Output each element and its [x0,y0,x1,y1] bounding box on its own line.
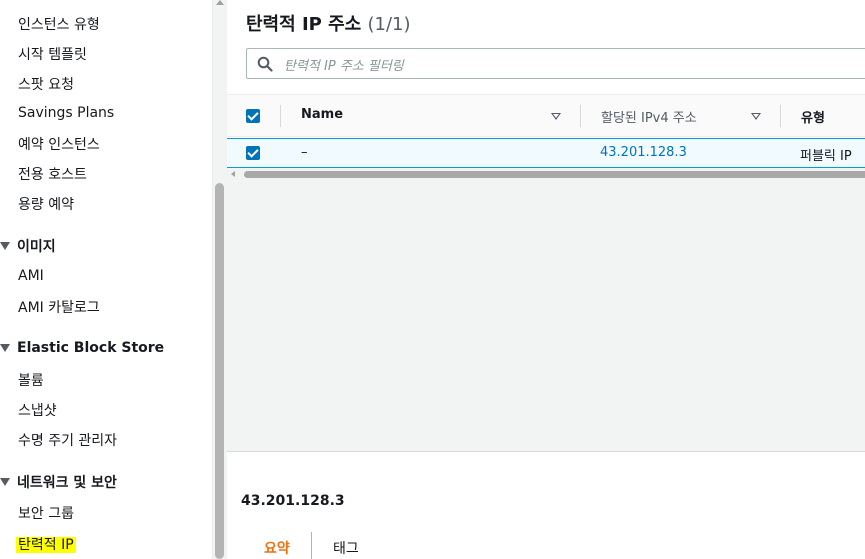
sidebar-item-dedicated-hosts[interactable]: 전용 호스트 [18,164,87,184]
column-header-ipv4[interactable]: 할당된 IPv4 주소 [601,107,697,126]
sidebar-item-elastic-ips[interactable]: 탄력적 IP [16,534,76,554]
details-title: 43.201.128.3 [241,493,345,509]
sidebar-item-instance-types[interactable]: 인스턴스 유형 [18,14,100,34]
sidebar-section-ebs[interactable]: Elastic Block Store [0,340,164,356]
select-all-checkbox[interactable] [246,109,260,123]
search-filter-field[interactable]: 탄력적 IP 주소 필터링 [246,48,865,79]
page-title-text: 탄력적 IP 주소 [246,14,362,35]
sidebar-item-ami-catalog[interactable]: AMI 카탈로그 [18,297,100,317]
sidebar-item-reserved-instances[interactable]: 예약 인스턴스 [18,134,100,154]
column-divider [580,105,581,127]
sidebar-item-spot-requests[interactable]: 스팟 요청 [18,74,74,94]
sidebar-section-network-security[interactable]: 네트워크 및 보안 [0,472,117,492]
tab-tags[interactable]: 태그 [333,538,359,558]
sidebar-section-title: 이미지 [17,239,56,255]
cell-ipv4-link[interactable]: 43.201.128.3 [600,145,687,160]
main-content: 탄력적 IP 주소 (1/1) 탄력적 IP 주소 필터링 Name 할당된 I… [227,0,865,559]
sidebar-nav: 인스턴스 유형 시작 템플릿 스팟 요청 Savings Plans 예약 인스… [0,0,212,559]
scrollbar-thumb[interactable] [215,183,224,559]
table-header: Name 할당된 IPv4 주소 유형 [227,95,865,137]
scroll-left-arrow-icon[interactable] [231,171,235,177]
table-empty-area [227,181,865,451]
sidebar-item-security-groups[interactable]: 보안 그룹 [18,503,74,523]
row-checkbox[interactable] [246,146,260,160]
sidebar-item-capacity-reservations[interactable]: 용량 예약 [18,194,74,214]
sidebar-item-lifecycle-manager[interactable]: 수명 주기 관리자 [18,430,117,450]
caret-down-icon [0,242,10,250]
sidebar-section-images[interactable]: 이미지 [0,236,56,256]
sidebar-scrollbar[interactable] [212,0,227,559]
table-row[interactable]: – 43.201.128.3 퍼블릭 IP [227,138,865,168]
sidebar-item-launch-templates[interactable]: 시작 템플릿 [18,44,87,64]
sidebar-item-volumes[interactable]: 볼륨 [18,370,44,390]
caret-down-icon [0,478,10,486]
table-horizontal-scrollbar[interactable] [227,168,865,181]
search-icon [257,56,273,72]
column-header-type[interactable]: 유형 [801,107,825,126]
column-divider [780,105,781,127]
sidebar-item-label: 탄력적 IP [16,537,76,553]
sidebar-item-snapshots[interactable]: 스냅샷 [18,400,57,420]
cell-type: 퍼블릭 IP [800,149,852,164]
sidebar-item-savings-plans[interactable]: Savings Plans [18,105,114,121]
cell-name: – [301,145,308,160]
search-input[interactable]: 탄력적 IP 주소 필터링 [284,55,404,74]
sidebar-section-title: Elastic Block Store [17,340,165,356]
column-divider [280,105,281,127]
scrollbar-thumb[interactable] [244,171,865,178]
tab-divider [311,532,312,559]
page-title: 탄력적 IP 주소 (1/1) [246,10,411,36]
column-header-name[interactable]: Name [301,107,343,122]
tab-summary[interactable]: 요약 [264,538,290,558]
sidebar-section-title: 네트워크 및 보안 [17,475,117,491]
scroll-up-arrow-icon[interactable] [216,0,224,5]
selection-count: (1/1) [367,14,411,35]
caret-down-icon [0,344,10,352]
sidebar-item-ami[interactable]: AMI [18,268,44,284]
sort-icon[interactable] [551,113,561,120]
split-panel-divider[interactable] [227,451,865,452]
sort-icon[interactable] [751,113,761,120]
